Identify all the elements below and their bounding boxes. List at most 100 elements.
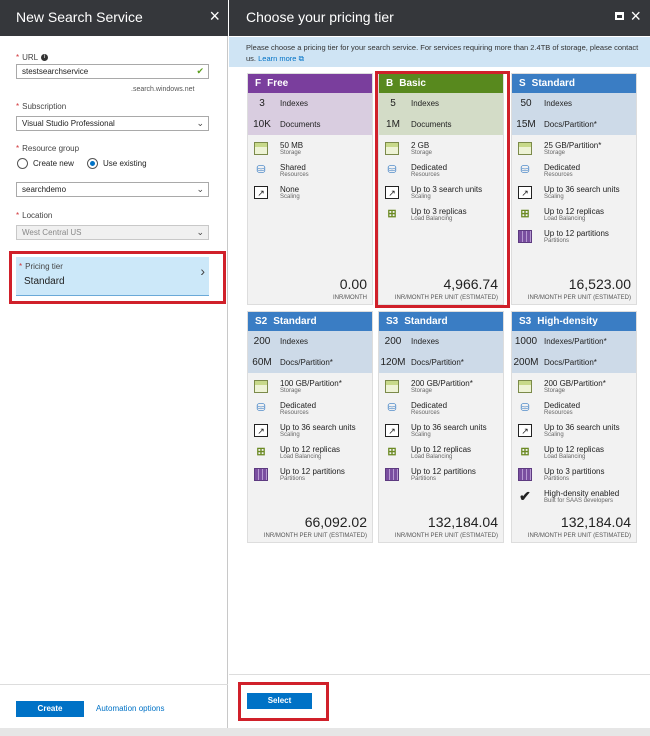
feature-row: ↗ Up to 36 search units Scaling (512, 183, 636, 205)
tier-card[interactable]: S2 Standard 200 Indexes 60M Docs/Partition* 10… (247, 311, 373, 543)
tier-card[interactable]: S Standard 50 Indexes 15M Docs/Partition* 25 G… (511, 73, 637, 305)
feature-row: ⛁ Dedicated Resources (512, 161, 636, 183)
create-new-radio[interactable] (17, 158, 28, 169)
feature-row: 200 GB/Partition* Storage (379, 377, 503, 399)
subscription-label: * Subscription (16, 102, 67, 111)
location-select: West Central US ⌄ (16, 225, 209, 240)
scaling-icon: ↗ (254, 424, 268, 437)
scaling-icon: ↗ (254, 186, 268, 199)
valid-check-icon: ✔ (196, 66, 204, 76)
documents-label: Docs/Partition* (544, 120, 597, 129)
use-existing-label: Use existing (103, 159, 147, 168)
automation-options-link[interactable]: Automation options (96, 704, 165, 713)
feature-main: 100 GB/Partition* (280, 379, 342, 388)
indexes-label: Indexes (411, 337, 440, 346)
feature-sub: Scaling (544, 432, 564, 438)
tier-price-unit: INR/MONTH PER UNIT (ESTIMATED) (527, 533, 631, 539)
indexes-label: Indexes (544, 99, 573, 108)
indexes-row: 200 Indexes (248, 331, 372, 352)
feature-main: Dedicated (544, 163, 581, 172)
feature-main: High-density enabled (544, 489, 620, 498)
indexes-count: 3 (259, 98, 265, 109)
tier-name: Standard (531, 78, 576, 89)
url-value: stestsearchservice (22, 67, 89, 76)
pricing-tier-highlight (9, 251, 226, 304)
tier-code: S (519, 78, 526, 89)
documents-label: Docs/Partition* (544, 358, 597, 367)
resources-icon: ⛁ (256, 164, 266, 176)
feature-main: Up to 36 search units (544, 423, 620, 432)
basic-tier-highlight (375, 71, 510, 308)
chevron-down-icon: ⌄ (196, 118, 204, 128)
feature-main: Up to 12 replicas (544, 445, 605, 454)
feature-sub: Resources (280, 410, 309, 416)
feature-row: ✔ High-density enabled Built for SAAS deve… (512, 487, 636, 509)
tier-code: S3 (386, 316, 399, 327)
documents-count: 120M (380, 357, 406, 368)
tier-header: F Free (248, 74, 372, 93)
feature-row: ⊞ Up to 12 replicas Load Balancing (379, 443, 503, 465)
feature-main: Up to 36 search units (544, 185, 620, 194)
tier-code: F (255, 78, 262, 89)
tier-header: S3 High-density (512, 312, 636, 331)
resource-group-select[interactable]: searchdemo ⌄ (16, 182, 209, 197)
feature-sub: Partitions (411, 476, 437, 482)
resource-group-value: searchdemo (22, 185, 67, 194)
scaling-icon: ↗ (518, 186, 532, 199)
feature-sub: Partitions (280, 476, 306, 482)
subscription-value: Visual Studio Professional (22, 119, 115, 128)
indexes-row: 50 Indexes (512, 93, 636, 114)
maximize-icon[interactable] (615, 12, 624, 20)
feature-row: 25 GB/Partition* Storage (512, 139, 636, 161)
resource-group-label: * Resource group (16, 144, 80, 153)
tier-card[interactable]: S3 High-density 1000 Indexes/Partition* 200M… (511, 311, 637, 543)
feature-row: Up to 12 partitions Partitions (379, 465, 503, 487)
feature-main: Up to 12 partitions (411, 467, 476, 476)
feature-sub: Storage (544, 388, 566, 394)
feature-main: Up to 36 search units (280, 423, 356, 432)
documents-count: 200M (513, 357, 539, 368)
select-highlight (238, 682, 329, 721)
feature-main: Up to 12 replicas (544, 207, 605, 216)
feature-row: ⛁ Dedicated Resources (512, 399, 636, 421)
use-existing-radio[interactable] (87, 158, 98, 169)
tier-header: S Standard (512, 74, 636, 93)
storage-icon (518, 380, 532, 393)
feature-sub: Storage (280, 388, 302, 394)
feature-main: Up to 3 partitions (544, 467, 605, 476)
feature-main: Dedicated (544, 401, 581, 410)
subscription-select[interactable]: Visual Studio Professional ⌄ (16, 116, 209, 131)
feature-main: Up to 12 replicas (280, 445, 341, 454)
tier-card[interactable]: S3 Standard 200 Indexes 120M Docs/Partition* 2… (378, 311, 504, 543)
indexes-count: 1000 (514, 336, 538, 347)
tier-price: 132,184.04 (560, 514, 631, 530)
feature-sub: Scaling (280, 194, 300, 200)
indexes-label: Indexes (280, 99, 309, 108)
url-suffix: .search.windows.net (131, 86, 195, 93)
feature-sub: Load Balancing (411, 454, 453, 460)
tier-code: S2 (255, 316, 268, 327)
tier-name: High-density (537, 316, 598, 327)
tier-price: 66,092.02 (304, 514, 367, 530)
tier-name: Standard (404, 316, 448, 327)
indexes-row: 1000 Indexes/Partition* (512, 331, 636, 352)
learn-more-link[interactable]: Learn more ⧉ (258, 54, 304, 63)
create-button[interactable]: Create (16, 701, 84, 717)
documents-count: 15M (516, 119, 536, 130)
info-icon[interactable]: i (41, 54, 49, 62)
feature-sub: Load Balancing (544, 454, 586, 460)
close-icon[interactable]: × (630, 6, 641, 27)
documents-label: Documents (280, 120, 321, 129)
feature-main: 200 GB/Partition* (544, 379, 606, 388)
feature-row: ⛁ Shared Resources (248, 161, 372, 183)
feature-sub: Partitions (544, 238, 570, 244)
feature-row: ⛁ Dedicated Resources (248, 399, 372, 421)
feature-sub: Resources (544, 172, 573, 178)
chevron-down-icon: ⌄ (196, 227, 204, 237)
tier-header: S3 Standard (379, 312, 503, 331)
feature-sub: Built for SAAS developers (544, 498, 614, 504)
feature-sub: Scaling (280, 432, 300, 438)
url-input[interactable]: stestsearchservice ✔ (16, 64, 209, 79)
tier-card[interactable]: F Free 3 Indexes 10K Documents 50 MB Storage ⛁ Sh… (247, 73, 373, 305)
close-icon[interactable]: × (209, 6, 220, 27)
